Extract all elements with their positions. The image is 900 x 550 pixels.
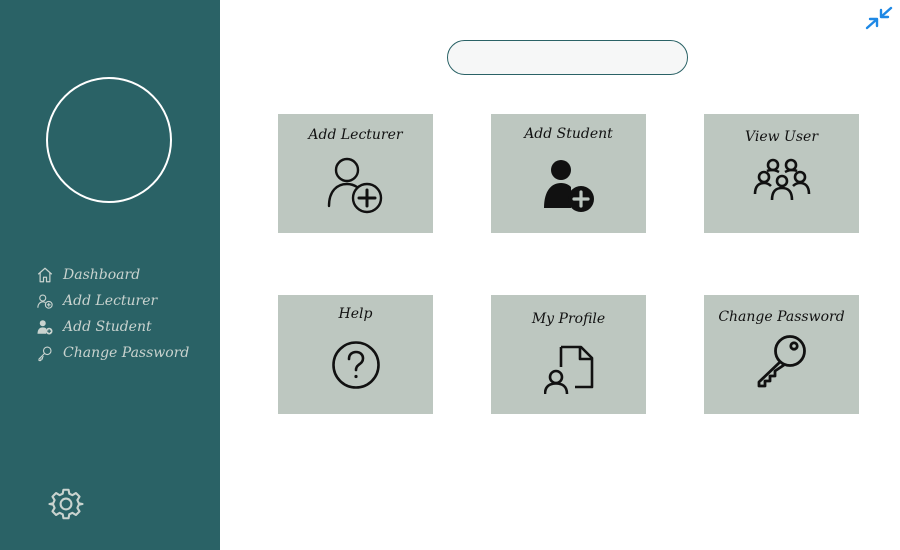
tile-help[interactable]: Help bbox=[278, 295, 433, 414]
tile-view-user[interactable]: View User bbox=[704, 114, 859, 233]
collapse-arrows-icon[interactable] bbox=[864, 5, 894, 31]
tile-label: View User bbox=[744, 129, 819, 145]
sidebar-item-label: Add Student bbox=[63, 319, 152, 335]
tile-add-student[interactable]: Add Student bbox=[491, 114, 646, 233]
sidebar-item-change-password[interactable]: Change Password bbox=[36, 340, 189, 366]
tile-change-password[interactable]: Change Password bbox=[704, 295, 859, 414]
add-user-filled-icon bbox=[36, 318, 54, 336]
add-user-outline-icon bbox=[327, 156, 385, 214]
users-group-icon bbox=[753, 158, 811, 202]
avatar[interactable] bbox=[46, 77, 172, 203]
add-user-outline-icon bbox=[36, 292, 54, 310]
add-user-filled-icon bbox=[540, 158, 598, 216]
help-icon bbox=[331, 340, 381, 390]
tile-label: Change Password bbox=[718, 309, 845, 325]
profile-file-icon bbox=[543, 345, 594, 395]
home-icon bbox=[36, 266, 54, 284]
gear-icon[interactable] bbox=[48, 486, 84, 522]
key-icon bbox=[36, 344, 54, 362]
tile-my-profile[interactable]: My Profile bbox=[491, 295, 646, 414]
search-input[interactable] bbox=[447, 40, 688, 75]
tile-label: Help bbox=[338, 306, 373, 322]
sidebar-item-add-student[interactable]: Add Student bbox=[36, 314, 189, 340]
sidebar-item-add-lecturer[interactable]: Add Lecturer bbox=[36, 288, 189, 314]
sidebar-nav: Dashboard Add Lecturer Add Student Chang… bbox=[36, 262, 189, 366]
tile-add-lecturer[interactable]: Add Lecturer bbox=[278, 114, 433, 233]
sidebar-item-label: Add Lecturer bbox=[63, 293, 158, 309]
key-icon bbox=[754, 333, 810, 389]
sidebar-item-label: Change Password bbox=[63, 345, 190, 361]
sidebar-item-dashboard[interactable]: Dashboard bbox=[36, 262, 189, 288]
tile-label: My Profile bbox=[531, 311, 606, 327]
sidebar-item-label: Dashboard bbox=[63, 267, 141, 283]
tile-label: Add Lecturer bbox=[308, 127, 403, 143]
sidebar: Dashboard Add Lecturer Add Student Chang… bbox=[0, 0, 220, 550]
tile-label: Add Student bbox=[524, 126, 613, 142]
app-window: Dashboard Add Lecturer Add Student Chang… bbox=[0, 0, 900, 550]
